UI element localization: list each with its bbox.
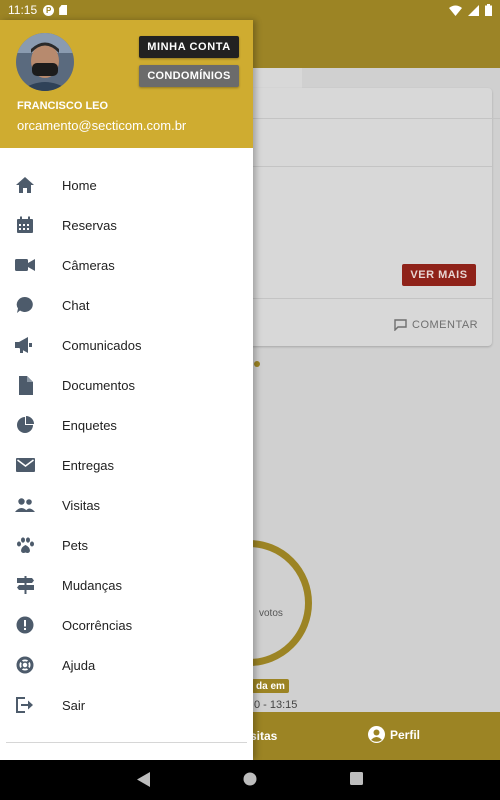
navigation-drawer: MINHA CONTA CONDOMÍNIOS FRANCISCO LEO or… xyxy=(0,20,253,760)
status-badge: da em xyxy=(252,679,289,693)
exit-icon xyxy=(15,695,35,715)
menu-item-documentos[interactable]: Documentos xyxy=(0,365,253,405)
menu-item-chat[interactable]: Chat xyxy=(0,285,253,325)
menu-item-reservas[interactable]: Reservas xyxy=(0,205,253,245)
bottom-nav-visitas[interactable]: sitas xyxy=(250,729,277,743)
videocam-icon xyxy=(15,255,35,275)
menu-item-label: Chat xyxy=(62,297,90,313)
menu-item-visitas[interactable]: Visitas xyxy=(0,485,253,525)
menu-item-label: Pets xyxy=(62,537,89,553)
alert-icon xyxy=(15,615,35,635)
menu-item-enquetes[interactable]: Enquetes xyxy=(0,405,253,445)
menu-item-sair[interactable]: Sair xyxy=(0,685,253,725)
menu-item-entregas[interactable]: Entregas xyxy=(0,445,253,485)
pie-chart-icon xyxy=(15,415,35,435)
status-time: 11:15 xyxy=(8,3,38,17)
user-email: orcamento@secticom.com.br xyxy=(17,118,187,133)
recents-icon[interactable] xyxy=(350,772,363,785)
time-range: 0 - 13:15 xyxy=(254,699,298,711)
bottom-nav-perfil[interactable]: Perfil xyxy=(368,726,420,743)
minha-conta-button[interactable]: MINHA CONTA xyxy=(139,36,239,58)
wifi-icon xyxy=(449,5,462,16)
menu-item-label: Enquetes xyxy=(62,417,117,433)
signpost-icon xyxy=(15,575,35,595)
avatar[interactable] xyxy=(16,33,74,91)
chat-icon xyxy=(15,295,35,315)
menu-item-label: Entregas xyxy=(62,457,115,473)
comentar-button[interactable]: COMENTAR xyxy=(394,319,478,331)
back-icon[interactable] xyxy=(137,772,150,787)
sd-card-icon xyxy=(59,5,68,15)
lifebuoy-icon xyxy=(15,655,35,675)
menu-item-pets[interactable]: Pets xyxy=(0,525,253,565)
menu-item-label: Câmeras xyxy=(62,257,115,273)
user-name: FRANCISCO LEO xyxy=(17,100,109,112)
menu-item-home[interactable]: Home xyxy=(0,165,253,205)
battery-icon xyxy=(485,4,492,16)
home-nav-icon[interactable] xyxy=(243,772,257,786)
notification-p-icon: P xyxy=(43,4,55,16)
menu-item-comunicados[interactable]: Comunicados xyxy=(0,325,253,365)
menu-item-mudancas[interactable]: Mudanças xyxy=(0,565,253,605)
menu-item-label: Mudanças xyxy=(62,577,122,593)
megaphone-icon xyxy=(15,335,35,355)
pager-dot xyxy=(254,361,260,367)
people-icon xyxy=(15,495,35,515)
menu-item-label: Sair xyxy=(62,697,86,713)
mail-icon xyxy=(15,455,35,475)
comment-icon xyxy=(394,319,407,331)
menu-item-label: Ajuda xyxy=(62,657,96,673)
system-nav-bar xyxy=(0,760,500,800)
signal-icon xyxy=(468,4,479,16)
menu-item-label: Visitas xyxy=(62,497,101,513)
menu-item-ocorrencias[interactable]: Ocorrências xyxy=(0,605,253,645)
menu-item-label: Ocorrências xyxy=(62,617,133,633)
drawer-divider xyxy=(6,742,247,743)
ver-mais-button[interactable]: VER MAIS xyxy=(402,264,476,286)
menu-item-ajuda[interactable]: Ajuda xyxy=(0,645,253,685)
paw-icon xyxy=(15,535,35,555)
menu-item-label: Comunicados xyxy=(62,337,142,353)
menu-item-label: Reservas xyxy=(62,217,117,233)
condominios-button[interactable]: CONDOMÍNIOS xyxy=(139,65,239,87)
menu-item-label: Home xyxy=(62,177,97,193)
menu-item-cameras[interactable]: Câmeras xyxy=(0,245,253,285)
calendar-icon xyxy=(15,215,35,235)
perfil-label: Perfil xyxy=(390,727,421,742)
home-icon xyxy=(15,175,35,195)
drawer-header: MINHA CONTA CONDOMÍNIOS FRANCISCO LEO or… xyxy=(0,20,253,148)
menu-item-label: Documentos xyxy=(62,377,135,393)
votos-label: votos xyxy=(259,608,283,619)
status-bar: 11:15 P xyxy=(0,0,500,20)
account-circle-icon xyxy=(368,726,385,743)
document-icon xyxy=(15,375,35,395)
comentar-label: COMENTAR xyxy=(412,319,479,331)
drawer-menu: Home Reservas Câmeras Chat Comunicados D… xyxy=(0,165,253,725)
